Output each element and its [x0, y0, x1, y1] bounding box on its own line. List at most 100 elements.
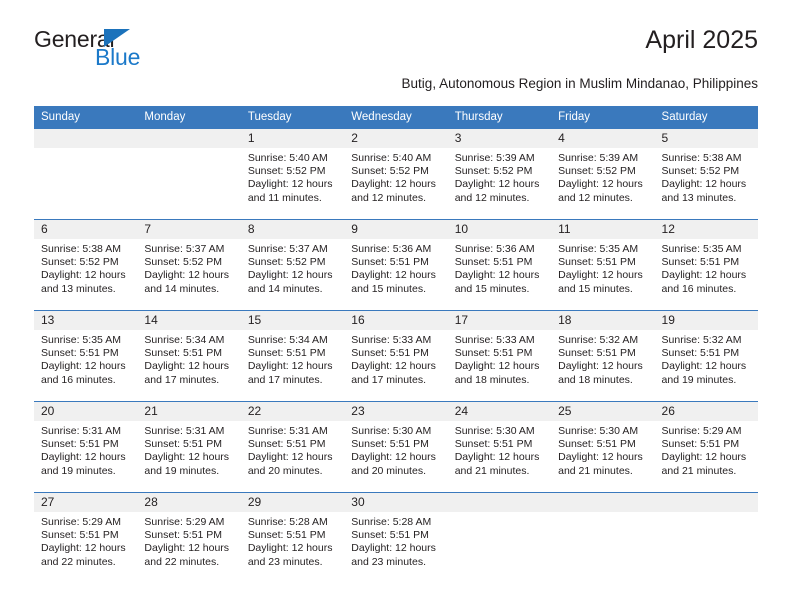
calendar-day-cell[interactable]: 18 Sunrise: 5:32 AM Sunset: 5:51 PM Dayligh…	[551, 310, 655, 402]
day-sun-info: Sunrise: 5:29 AM Sunset: 5:51 PM Daylight:…	[137, 512, 240, 569]
weekday-header-monday: Monday	[137, 106, 241, 129]
daylight-duration-line2: and 12 minutes.	[454, 191, 530, 204]
day-sun-info: Sunrise: 5:29 AM Sunset: 5:51 PM Daylight:…	[34, 512, 137, 569]
calendar-day-cell[interactable]: 8 Sunrise: 5:37 AM Sunset: 5:52 PM Daylight…	[240, 219, 345, 311]
day-number: 19	[654, 311, 758, 330]
day-sun-info: Sunrise: 5:35 AM Sunset: 5:51 PM Daylight:…	[551, 239, 654, 296]
calendar-day-cell[interactable]: 7 Sunrise: 5:37 AM Sunset: 5:52 PM Daylight…	[137, 219, 241, 311]
day-number: 3	[447, 129, 552, 148]
calendar-day-cell[interactable]: 19 Sunrise: 5:32 AM Sunset: 5:51 PM Dayligh…	[654, 310, 758, 402]
calendar-day-cell[interactable]: 13 Sunrise: 5:35 AM Sunset: 5:51 PM Dayligh…	[34, 310, 138, 402]
day-sun-info: Sunrise: 5:35 AM Sunset: 5:51 PM Daylight:…	[655, 239, 758, 296]
calendar-day-cell[interactable]: 24 Sunrise: 5:30 AM Sunset: 5:51 PM Dayligh…	[447, 401, 552, 493]
day-number: 2	[344, 129, 448, 148]
calendar-day-cell[interactable]: 11 Sunrise: 5:35 AM Sunset: 5:51 PM Dayligh…	[551, 219, 655, 311]
day-sun-info: Sunrise: 5:40 AM Sunset: 5:52 PM Daylight:…	[344, 148, 447, 205]
sunset-time: Sunset: 5:52 PM	[454, 165, 533, 178]
sunrise-time: Sunrise: 5:34 AM	[247, 334, 328, 346]
day-sun-info: Sunrise: 5:38 AM Sunset: 5:52 PM Daylight:…	[655, 148, 758, 205]
daylight-duration-line2: and 20 minutes.	[247, 464, 323, 477]
day-number: 27	[34, 493, 138, 512]
calendar-day-cell[interactable]: 1 Sunrise: 5:40 AM Sunset: 5:52 PM Daylight…	[240, 128, 345, 220]
weekday-header-sunday: Sunday	[34, 106, 138, 129]
calendar-day-cell[interactable]: 10 Sunrise: 5:36 AM Sunset: 5:51 PM Dayligh…	[447, 219, 552, 311]
calendar-day-cell[interactable]: 4 Sunrise: 5:39 AM Sunset: 5:52 PM Daylight…	[551, 128, 655, 220]
daylight-duration-line1: Daylight: 12 hours	[454, 178, 540, 191]
calendar-day-cell[interactable]: 25 Sunrise: 5:30 AM Sunset: 5:51 PM Dayligh…	[551, 401, 655, 493]
daylight-duration-line1: Daylight: 12 hours	[247, 451, 333, 464]
sunrise-time: Sunrise: 5:33 AM	[454, 334, 535, 346]
day-number: 15	[240, 311, 345, 330]
daylight-duration-line2: and 15 minutes.	[351, 282, 426, 295]
calendar-day-cell[interactable]: 30 Sunrise: 5:28 AM Sunset: 5:51 PM Dayligh…	[344, 492, 448, 583]
day-number: 18	[551, 311, 655, 330]
calendar-day-cell[interactable]: 22 Sunrise: 5:31 AM Sunset: 5:51 PM Dayligh…	[240, 401, 345, 493]
daylight-duration-line1: Daylight: 12 hours	[558, 360, 643, 373]
sunset-time: Sunset: 5:51 PM	[41, 438, 119, 451]
calendar-day-cell[interactable]: 16 Sunrise: 5:33 AM Sunset: 5:51 PM Dayligh…	[344, 310, 448, 402]
calendar-day-cell[interactable]: 28 Sunrise: 5:29 AM Sunset: 5:51 PM Dayligh…	[137, 492, 241, 583]
daylight-duration-line1: Daylight: 12 hours	[661, 178, 747, 191]
calendar-day-cell[interactable]: 26 Sunrise: 5:29 AM Sunset: 5:51 PM Dayligh…	[654, 401, 758, 493]
day-sun-info: Sunrise: 5:36 AM Sunset: 5:51 PM Daylight:…	[344, 239, 447, 296]
day-sun-info: Sunrise: 5:33 AM Sunset: 5:51 PM Daylight:…	[448, 330, 551, 387]
sunrise-time: Sunrise: 5:29 AM	[41, 516, 121, 528]
daylight-duration-line2: and 15 minutes.	[454, 282, 530, 295]
daylight-duration-line2: and 18 minutes.	[454, 373, 530, 386]
general-blue-logo[interactable]: General Blue	[34, 26, 224, 72]
calendar-day-cell[interactable]: 6 Sunrise: 5:38 AM Sunset: 5:52 PM Daylight…	[34, 219, 138, 311]
sunset-time: Sunset: 5:51 PM	[454, 347, 533, 360]
calendar-day-cell[interactable]: 9 Sunrise: 5:36 AM Sunset: 5:51 PM Daylight…	[344, 219, 448, 311]
daylight-duration-line2: and 19 minutes.	[41, 464, 116, 477]
sunrise-time: Sunrise: 5:37 AM	[144, 243, 225, 255]
sunset-time: Sunset: 5:52 PM	[351, 165, 429, 178]
daylight-duration-line1: Daylight: 12 hours	[454, 451, 540, 464]
calendar-day-cell[interactable]: 29 Sunrise: 5:28 AM Sunset: 5:51 PM Dayligh…	[240, 492, 345, 583]
daylight-duration-line1: Daylight: 12 hours	[558, 269, 643, 282]
daylight-duration-line1: Daylight: 12 hours	[454, 360, 540, 373]
sunset-time: Sunset: 5:52 PM	[661, 165, 740, 178]
calendar-day-cell[interactable]: 2 Sunrise: 5:40 AM Sunset: 5:52 PM Daylight…	[344, 128, 448, 220]
day-sun-info: Sunrise: 5:34 AM Sunset: 5:51 PM Daylight:…	[137, 330, 240, 387]
calendar-day-cell[interactable]: 3 Sunrise: 5:39 AM Sunset: 5:52 PM Daylight…	[447, 128, 552, 220]
day-sun-info: Sunrise: 5:30 AM Sunset: 5:51 PM Daylight:…	[551, 421, 654, 478]
day-number: 26	[654, 402, 758, 421]
sunset-time: Sunset: 5:51 PM	[661, 256, 740, 269]
weekday-header-saturday: Saturday	[654, 106, 758, 129]
day-number	[34, 129, 138, 148]
day-number: 8	[240, 220, 345, 239]
daylight-duration-line2: and 14 minutes.	[144, 282, 220, 295]
sunrise-time: Sunrise: 5:35 AM	[41, 334, 121, 346]
daylight-duration-line1: Daylight: 12 hours	[144, 269, 230, 282]
calendar-day-cell[interactable]: 21 Sunrise: 5:31 AM Sunset: 5:51 PM Dayligh…	[137, 401, 241, 493]
daylight-duration-line1: Daylight: 12 hours	[454, 269, 540, 282]
daylight-duration-line1: Daylight: 12 hours	[144, 542, 230, 555]
daylight-duration-line2: and 16 minutes.	[661, 282, 737, 295]
calendar-day-cell[interactable]: 23 Sunrise: 5:30 AM Sunset: 5:51 PM Dayligh…	[344, 401, 448, 493]
calendar-day-cell[interactable]: 15 Sunrise: 5:34 AM Sunset: 5:51 PM Dayligh…	[240, 310, 345, 402]
daylight-duration-line2: and 19 minutes.	[661, 373, 737, 386]
day-number: 20	[34, 402, 138, 421]
day-sun-info	[551, 512, 654, 516]
sunset-time: Sunset: 5:52 PM	[41, 256, 119, 269]
calendar-day-cell[interactable]: 5 Sunrise: 5:38 AM Sunset: 5:52 PM Daylight…	[654, 128, 758, 220]
sunset-time: Sunset: 5:51 PM	[661, 438, 740, 451]
sunset-time: Sunset: 5:51 PM	[351, 438, 429, 451]
day-sun-info: Sunrise: 5:34 AM Sunset: 5:51 PM Daylight:…	[241, 330, 344, 387]
daylight-duration-line1: Daylight: 12 hours	[41, 542, 126, 555]
daylight-duration-line2: and 14 minutes.	[247, 282, 323, 295]
daylight-duration-line2: and 17 minutes.	[247, 373, 323, 386]
day-sun-info: Sunrise: 5:32 AM Sunset: 5:51 PM Daylight:…	[551, 330, 654, 387]
calendar-day-cell[interactable]: 27 Sunrise: 5:29 AM Sunset: 5:51 PM Dayligh…	[34, 492, 138, 583]
day-number: 23	[344, 402, 448, 421]
daylight-duration-line1: Daylight: 12 hours	[41, 360, 126, 373]
calendar-day-cell[interactable]: 17 Sunrise: 5:33 AM Sunset: 5:51 PM Dayligh…	[447, 310, 552, 402]
day-number: 14	[137, 311, 241, 330]
day-number: 25	[551, 402, 655, 421]
calendar-day-cell-empty	[34, 128, 138, 220]
calendar-day-cell[interactable]: 14 Sunrise: 5:34 AM Sunset: 5:51 PM Dayligh…	[137, 310, 241, 402]
daylight-duration-line2: and 12 minutes.	[558, 191, 633, 204]
calendar-day-cell[interactable]: 12 Sunrise: 5:35 AM Sunset: 5:51 PM Dayligh…	[654, 219, 758, 311]
calendar-day-cell[interactable]: 20 Sunrise: 5:31 AM Sunset: 5:51 PM Dayligh…	[34, 401, 138, 493]
calendar-week-row: 13 Sunrise: 5:35 AM Sunset: 5:51 PM Dayligh…	[34, 310, 758, 402]
